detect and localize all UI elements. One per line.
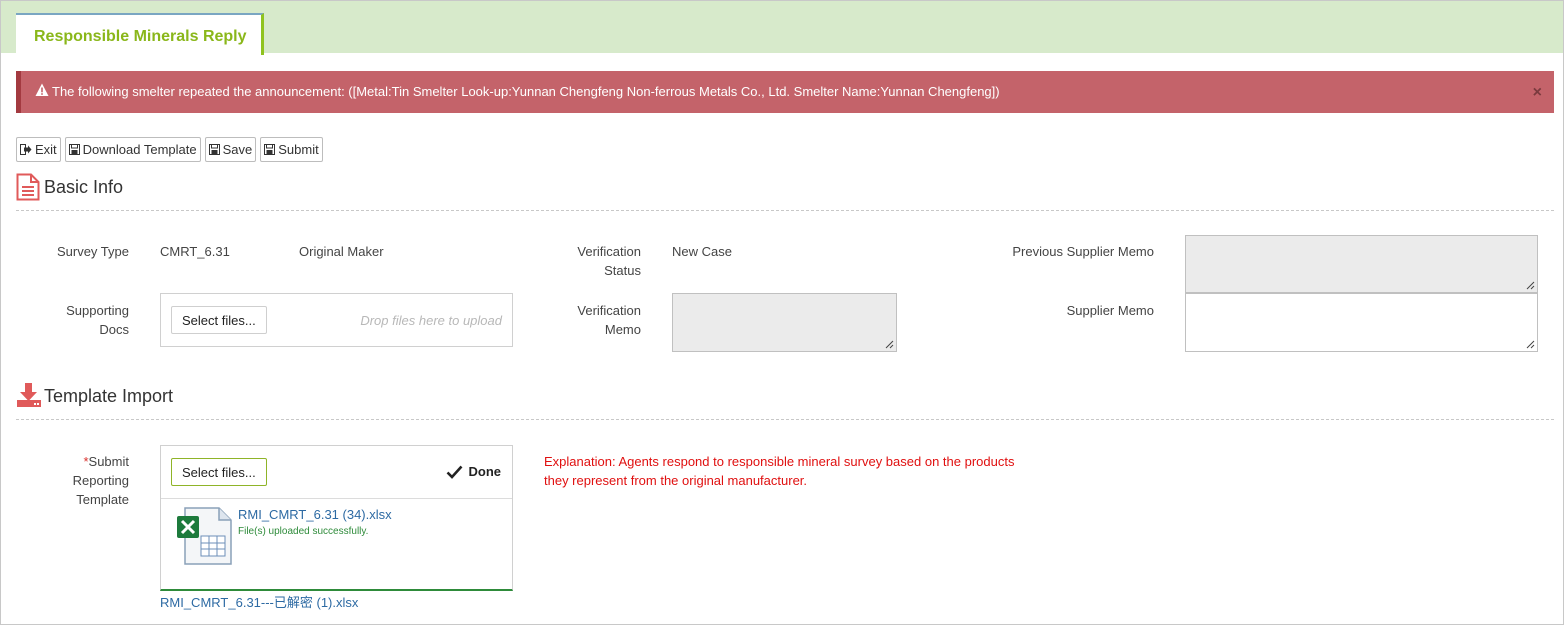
original-maker-value: Original Maker [299, 244, 384, 259]
survey-type-label: Survey Type [56, 244, 129, 259]
excel-file-icon [177, 507, 232, 565]
exit-icon [20, 144, 32, 155]
alert-message: The following smelter repeated the annou… [52, 84, 1000, 99]
supporting-docs-label-2: Docs [99, 322, 129, 337]
resize-grip-icon[interactable] [1526, 340, 1535, 349]
download-template-button[interactable]: Download Template [64, 137, 201, 162]
upload-done-label: Done [468, 464, 502, 479]
download-icon [17, 383, 41, 407]
template-import-title: Template Import [44, 386, 174, 406]
uploaded-file-name[interactable]: RMI_CMRT_6.31 (34).xlsx [238, 507, 392, 522]
verification-status-value: New Case [672, 244, 732, 259]
toolbar: Exit Download Template Save Submit [16, 137, 323, 162]
alert-close-button[interactable]: × [1533, 84, 1542, 102]
submit-reporting-template-label-2: Reporting [72, 473, 129, 488]
explanation-line-2: they represent from the original manufac… [544, 473, 808, 488]
upload-status-message: File(s) uploaded successfully. [238, 526, 369, 537]
submit-reporting-template-label: *Submit [20, 452, 129, 471]
verification-memo-label-1: Verification [577, 303, 641, 318]
supporting-docs-select-files-button[interactable]: Select files... [171, 306, 267, 334]
warning-icon [35, 83, 49, 96]
template-select-files-button[interactable]: Select files... [171, 458, 267, 486]
basic-info-header: Basic Info [16, 173, 1554, 211]
upload-divider [161, 498, 512, 499]
previous-supplier-memo-field [1185, 235, 1538, 293]
supporting-docs-label-1: Supporting [66, 303, 129, 318]
survey-type-value: CMRT_6.31 [160, 244, 230, 259]
previous-supplier-memo-label: Previous Supplier Memo [1012, 244, 1154, 259]
submit-reporting-template-label-3: Template [76, 492, 129, 507]
save-button[interactable]: Save [204, 137, 257, 162]
submit-reporting-template-label-1: Submit [88, 454, 129, 469]
explanation-text: Explanation: Agents respond to responsib… [544, 452, 1044, 490]
supplier-memo-label: Supplier Memo [1066, 303, 1154, 318]
floppy-icon [68, 144, 80, 155]
drop-hint: Drop files here to upload [360, 313, 502, 328]
floppy-icon [208, 144, 220, 155]
resize-grip-icon[interactable] [1526, 281, 1535, 290]
resize-grip-icon[interactable] [885, 340, 894, 349]
verification-memo-field [672, 293, 897, 352]
upload-done-status: Done [446, 464, 502, 479]
basic-info-title: Basic Info [44, 177, 124, 197]
submit-button[interactable]: Submit [260, 137, 323, 162]
supporting-docs-upload[interactable]: Select files... Drop files here to uploa… [160, 293, 513, 347]
document-icon [16, 173, 40, 201]
verification-status-label-2: Status [604, 263, 641, 278]
template-upload[interactable]: Select files... Done RMI_CMRT_6.31 (34).… [160, 445, 513, 591]
checkmark-icon [446, 465, 462, 479]
template-import-header: Template Import [16, 382, 1554, 420]
verification-status-label-1: Verification [577, 244, 641, 259]
submit-label: Submit [278, 142, 319, 157]
explanation-line-1: Explanation: Agents respond to responsib… [544, 454, 1015, 469]
verification-memo-label-2: Memo [604, 322, 641, 337]
exit-label: Exit [35, 142, 57, 157]
floppy-icon [264, 144, 276, 155]
exit-button[interactable]: Exit [16, 137, 61, 162]
download-template-label: Download Template [82, 142, 197, 157]
existing-template-file-link[interactable]: RMI_CMRT_6.31---已解密 (1).xlsx [160, 592, 358, 611]
supplier-memo-field[interactable] [1185, 293, 1538, 352]
warning-alert: The following smelter repeated the annou… [16, 71, 1554, 113]
tab-label: Responsible Minerals Reply [34, 28, 247, 45]
save-label: Save [222, 142, 253, 157]
tab-strip: Responsible Minerals Reply [1, 1, 1563, 55]
tab-responsible-minerals-reply[interactable]: Responsible Minerals Reply [16, 13, 264, 55]
